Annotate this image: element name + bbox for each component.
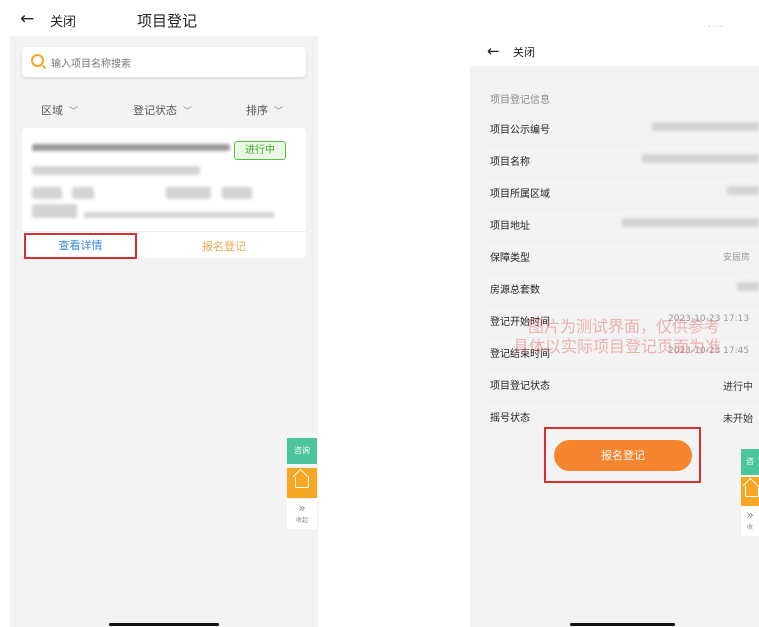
home-icon <box>295 477 309 488</box>
redacted-value <box>652 122 759 131</box>
filter-status[interactable]: 登记状态 ﹀ <box>133 102 192 118</box>
search-input[interactable]: 输入项目名称搜索 <box>22 47 306 77</box>
row-divider <box>488 241 759 242</box>
close-link[interactable]: 关闭 <box>513 44 535 60</box>
double-chevron-icon: » <box>746 508 754 522</box>
row-divider <box>488 369 759 370</box>
section-title: 项目登记信息 <box>490 95 550 106</box>
watermark-line-2: 具体以实际项目登记页面为准 <box>513 337 722 356</box>
home-indicator <box>570 623 675 626</box>
filter-sort[interactable]: 排序 ﹀ <box>246 102 283 118</box>
redacted-value <box>737 282 759 291</box>
row-divider <box>488 273 759 274</box>
back-arrow-icon[interactable]: ← <box>487 42 500 60</box>
redacted-value <box>727 186 759 195</box>
redacted-project-title <box>32 144 230 151</box>
filter-sort-label: 排序 <box>246 104 268 117</box>
row-label: 房源总套数 <box>490 285 540 296</box>
row-label: 项目地址 <box>490 221 530 232</box>
row-value: 进行中 <box>723 382 753 393</box>
redacted-text <box>32 204 77 218</box>
home-button[interactable] <box>741 477 759 507</box>
filter-region-label: 区域 <box>41 104 63 117</box>
redacted-text <box>84 212 274 218</box>
redacted-value <box>642 154 759 163</box>
home-indicator <box>109 623 219 626</box>
redacted-value <box>622 218 759 227</box>
row-divider <box>488 305 759 306</box>
double-chevron-icon: » <box>298 501 306 515</box>
row-label: 保障类型 <box>490 253 530 264</box>
chevron-down-icon: ﹀ <box>274 107 284 117</box>
card-divider <box>22 231 306 232</box>
redacted-text <box>72 187 94 199</box>
back-arrow-icon[interactable]: ← <box>20 10 34 28</box>
row-divider <box>488 209 759 210</box>
search-placeholder: 输入项目名称搜索 <box>51 59 131 70</box>
redacted-text <box>166 187 211 199</box>
row-value: 安居房 <box>723 253 751 263</box>
collapse-button[interactable]: » 收起 <box>287 499 317 529</box>
consult-button[interactable]: 咨 <box>741 449 759 475</box>
redacted-text <box>32 187 62 199</box>
redacted-text <box>222 187 252 199</box>
consult-button[interactable]: 咨询 <box>287 438 317 464</box>
filter-region[interactable]: 区域 ﹀ <box>41 102 78 118</box>
project-list-screen: 输入项目名称搜索 <box>10 0 318 627</box>
status-badge: 进行中 <box>234 141 286 160</box>
chevron-down-icon: ﹀ <box>183 107 193 117</box>
row-divider <box>488 401 759 402</box>
home-icon <box>745 486 759 497</box>
row-value: 未开始 <box>723 414 753 425</box>
search-icon <box>31 54 44 67</box>
row-label: 项目登记状态 <box>490 381 550 392</box>
filter-status-label: 登记状态 <box>133 104 177 117</box>
chevron-down-icon: ﹀ <box>69 107 79 117</box>
status-bar-dots: .... <box>708 20 724 30</box>
collapse-label: 收起 <box>295 517 308 524</box>
row-label: 项目公示编号 <box>490 125 550 136</box>
redacted-text <box>32 166 200 175</box>
row-divider <box>488 145 759 146</box>
row-label: 摇号状态 <box>490 413 530 424</box>
row-label: 项目名称 <box>490 157 530 168</box>
collapse-button[interactable]: » 收 <box>741 506 759 536</box>
row-label: 项目所属区域 <box>490 189 550 200</box>
view-details-button[interactable]: 查看详情 <box>24 233 137 259</box>
home-button[interactable] <box>287 468 317 498</box>
close-link[interactable]: 关闭 <box>50 11 76 30</box>
register-button[interactable]: 报名登记 <box>554 440 692 471</box>
register-link[interactable]: 报名登记 <box>202 238 246 254</box>
collapse-label: 收 <box>746 524 753 531</box>
page-title: 项目登记 <box>137 12 198 30</box>
row-divider <box>488 177 759 178</box>
